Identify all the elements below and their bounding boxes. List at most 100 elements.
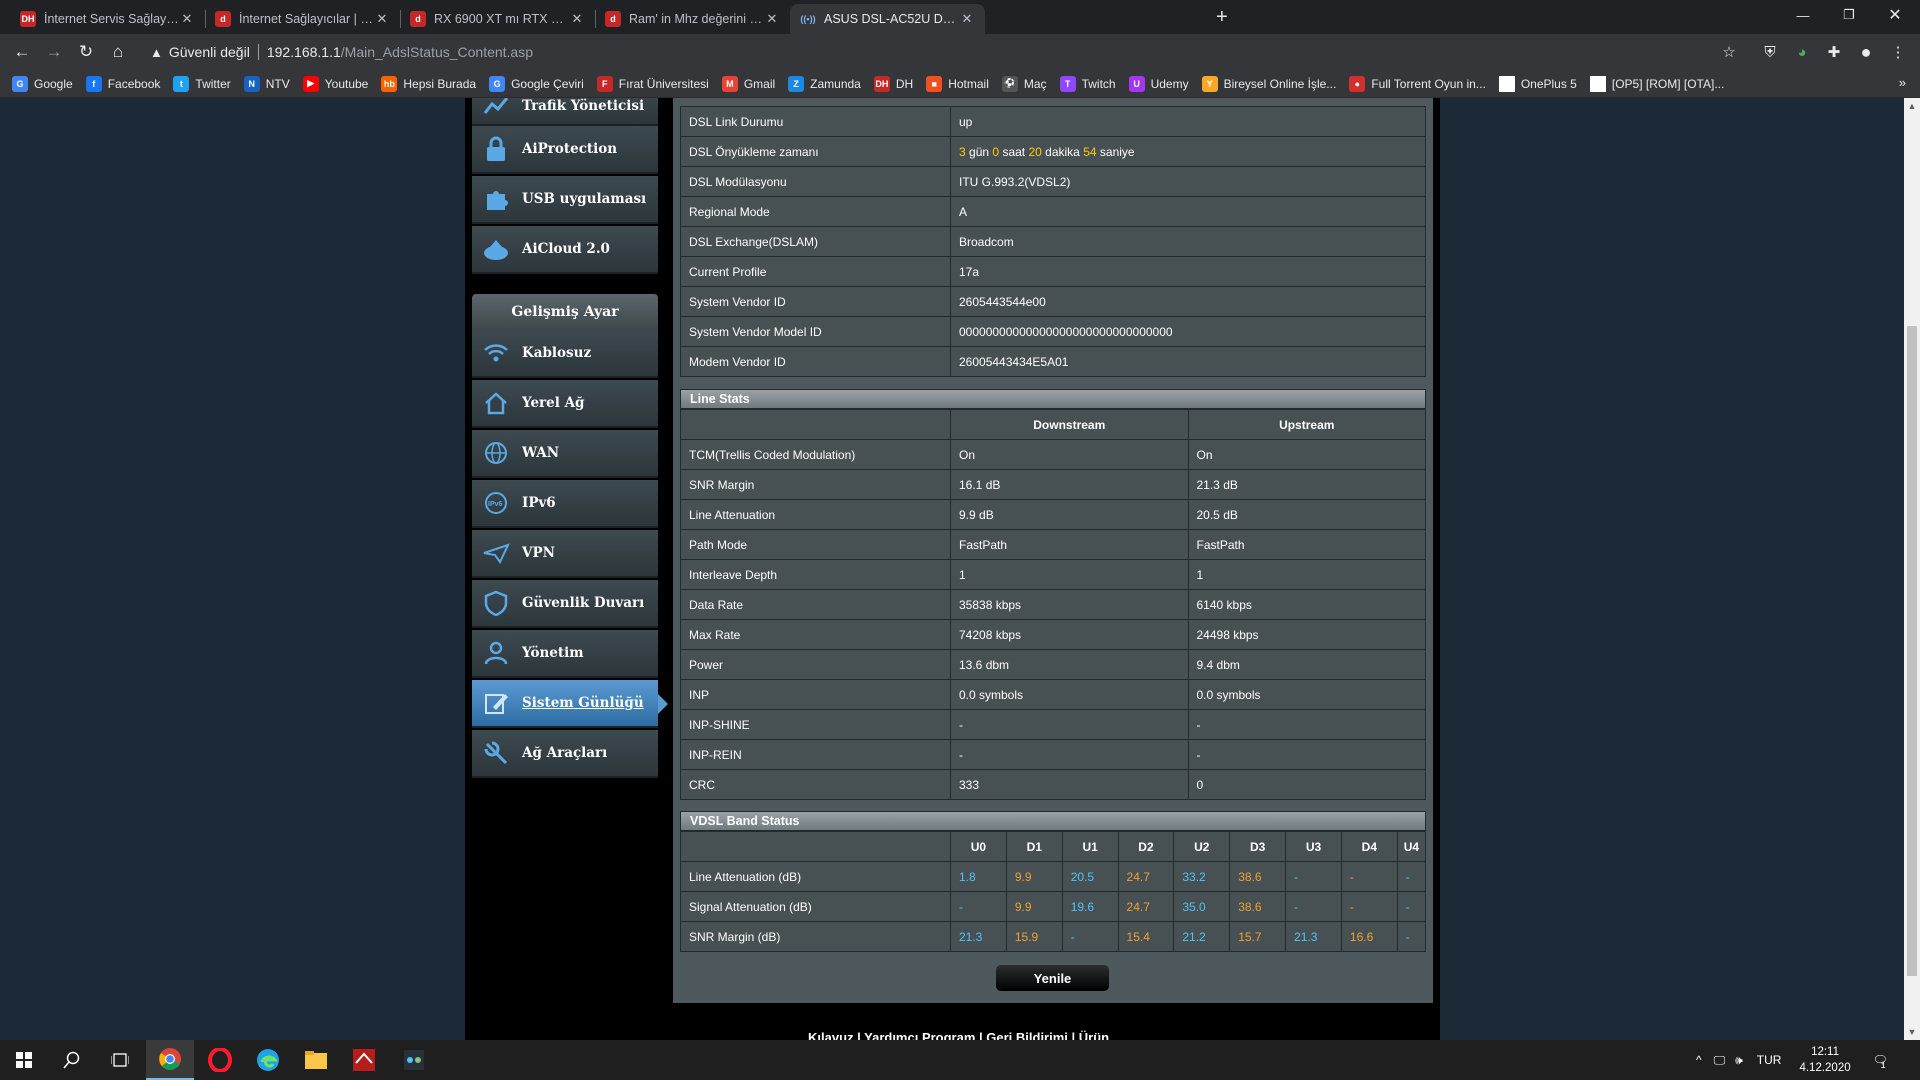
menu-system-log[interactable]: Sistem Günlüğü	[472, 680, 668, 728]
star-icon[interactable]: ☆	[1719, 42, 1739, 62]
new-tab-button[interactable]: +	[1216, 6, 1228, 29]
bookmark-item[interactable]: OnePlus 5	[1498, 75, 1577, 92]
bookmark-item[interactable]: f Facebook	[85, 75, 160, 92]
menu-aicloud[interactable]: AiCloud 2.0	[472, 226, 658, 274]
refresh-button[interactable]: Yenile	[995, 964, 1110, 992]
app-icon[interactable]	[390, 1040, 438, 1080]
back-icon[interactable]: ←	[10, 40, 34, 64]
browser-tab[interactable]: DH İnternet Servis Sağlayıcılar ✕	[10, 4, 205, 34]
uptime-part: saniye	[1099, 144, 1135, 159]
bookmark-item[interactable]: Z Zamunda	[788, 75, 861, 92]
minimize-button[interactable]: —	[1780, 0, 1826, 30]
bookmark-item[interactable]: ● Full Torrent Oyun in...	[1349, 75, 1486, 92]
bookmark-item[interactable]: T Twitch	[1059, 75, 1116, 92]
bookmark-item[interactable]: F Fırat Üniversitesi	[596, 75, 709, 92]
address-bar[interactable]: ▲ Güvenli değil 192.168.1.1/Main_AdslSta…	[140, 38, 1770, 66]
tab-close-icon[interactable]: ✕	[959, 11, 975, 27]
browser-tab[interactable]: d İnternet Sağlayıcılar | Donanım A✕	[205, 4, 400, 34]
bookmark-item[interactable]: [OP5] [ROM] [OTA]...	[1589, 75, 1724, 92]
info-value: 26005443434E5A01	[950, 346, 1426, 377]
menu-usb-apps[interactable]: USB uygulaması	[472, 176, 658, 224]
browser-tab[interactable]: ((•)) ASUS DSL-AC52U Dual-Band Wir✕	[790, 4, 985, 34]
table-row: Data Rate 35838 kbps 6140 kbps	[680, 589, 1426, 620]
bookmark-item[interactable]: N NTV	[243, 75, 290, 92]
browser-tab[interactable]: d Ram' in Mhz değerini arttırma | D✕	[595, 4, 790, 34]
tab-close-icon[interactable]: ✕	[569, 11, 585, 27]
forward-icon[interactable]: →	[42, 40, 66, 64]
notification-icon[interactable]: 🗨 1	[1873, 1053, 1888, 1070]
bookmark-item[interactable]: Y Bireysel Online İşle...	[1201, 75, 1336, 92]
menu-network-tools[interactable]: Ağ Araçları	[472, 730, 658, 778]
band-value: 15.4	[1117, 921, 1175, 952]
scroll-up-icon[interactable]: ▲	[1904, 98, 1920, 114]
info-value: 2605443544e00	[950, 286, 1426, 317]
puzzle-icon[interactable]: ✚	[1824, 42, 1844, 62]
bookmark-label: OnePlus 5	[1520, 76, 1577, 91]
search-icon[interactable]	[48, 1040, 96, 1080]
game-app-icon[interactable]	[340, 1040, 388, 1080]
bookmark-label: Hotmail	[948, 76, 989, 91]
restore-button[interactable]: ❐	[1826, 0, 1872, 30]
scroll-down-icon[interactable]: ▼	[1904, 1024, 1920, 1040]
bookmark-favicon-icon: DH	[873, 75, 890, 92]
windows-start-icon[interactable]	[0, 1040, 48, 1080]
tab-close-icon[interactable]: ✕	[179, 11, 195, 27]
bookmark-item[interactable]: ⚽ Maç	[1001, 75, 1047, 92]
bookmark-favicon-icon	[1498, 75, 1515, 92]
reload-icon[interactable]: ↻	[74, 40, 98, 64]
footer-links[interactable]: Kılavuz | Yardımcı Program | Geri Bildir…	[808, 1030, 1109, 1040]
volume-icon[interactable]: 🕪	[1735, 1053, 1743, 1068]
menu-firewall[interactable]: Güvenlik Duvarı	[472, 580, 658, 628]
chrome-icon[interactable]	[146, 1040, 194, 1080]
bookmark-item[interactable]: hb Hepsi Burada	[381, 75, 476, 92]
wrench-icon	[482, 739, 510, 767]
tab-favicon-icon: ((•))	[800, 14, 816, 24]
cloud-house-icon	[482, 235, 510, 263]
tray-chevron-icon[interactable]: ^	[1696, 1053, 1702, 1067]
tab-close-icon[interactable]: ✕	[374, 11, 390, 27]
vertical-scrollbar[interactable]: ▲ ▼	[1904, 98, 1920, 1040]
bookmark-item[interactable]: ■ Hotmail	[926, 75, 989, 92]
extension-icon[interactable]: ◕	[1792, 42, 1812, 62]
menu-wan[interactable]: WAN	[472, 430, 658, 478]
menu-administration[interactable]: Yönetim	[472, 630, 658, 678]
band-value: -	[1340, 891, 1398, 922]
tab-close-icon[interactable]: ✕	[764, 11, 780, 27]
browser-tab[interactable]: d RX 6900 XT mı RTX 3090 mı | Don✕	[400, 4, 595, 34]
menu-ipv6[interactable]: IPv6 IPv6	[472, 480, 658, 528]
bookmark-item[interactable]: G Google Çeviri	[489, 75, 584, 92]
language-indicator[interactable]: TUR	[1757, 1053, 1782, 1067]
menu-vpn[interactable]: VPN	[472, 530, 658, 578]
band-value: 20.5	[1061, 861, 1119, 892]
edge-icon[interactable]	[244, 1040, 292, 1080]
menu-traffic-manager[interactable]: Trafik Yöneticisi	[472, 98, 658, 126]
bookmark-label: Google	[34, 76, 73, 91]
home-icon[interactable]: ⌂	[106, 40, 130, 64]
file-explorer-icon[interactable]	[292, 1040, 340, 1080]
clock[interactable]: 12:11 4.12.2020	[1799, 1044, 1850, 1076]
shield-extension-icon[interactable]: ⛨	[1760, 42, 1780, 62]
bookmark-item[interactable]: ▶ Youtube	[302, 75, 368, 92]
browser-toolbar: ← → ↻ ⌂ ▲ Güvenli değil 192.168.1.1/Main…	[0, 34, 1920, 70]
globe-icon	[482, 439, 510, 467]
bookmark-item[interactable]: t Twitter	[173, 75, 231, 92]
profile-icon[interactable]: ●	[1856, 42, 1876, 62]
info-value: up	[950, 106, 1426, 137]
opera-icon[interactable]	[196, 1040, 244, 1080]
bookmark-item[interactable]: U Udemy	[1128, 75, 1189, 92]
band-value: -	[1396, 921, 1427, 952]
bookmarks-more-icon[interactable]: »	[1899, 75, 1906, 90]
menu-aiprotection[interactable]: AiProtection	[472, 126, 658, 174]
bookmark-item[interactable]: DH DH	[873, 75, 913, 92]
bookmark-item[interactable]: M Gmail	[721, 75, 775, 92]
menu-dots-icon[interactable]: ⋮	[1888, 42, 1908, 62]
bookmarks-bar: G Google f Facebook t Twitter N NTV ▶ Youtube hb He…	[0, 70, 1920, 98]
menu-wireless[interactable]: Kablosuz	[472, 330, 658, 378]
bookmark-item[interactable]: G Google	[12, 75, 73, 92]
task-view-icon[interactable]	[96, 1040, 144, 1080]
close-window-button[interactable]: ✕	[1872, 0, 1918, 30]
scroll-thumb[interactable]	[1907, 326, 1917, 976]
network-icon[interactable]: 🖵	[1714, 1053, 1726, 1068]
line-stats-title: Line Stats	[680, 389, 1426, 409]
menu-lan[interactable]: Yerel Ağ	[472, 380, 658, 428]
